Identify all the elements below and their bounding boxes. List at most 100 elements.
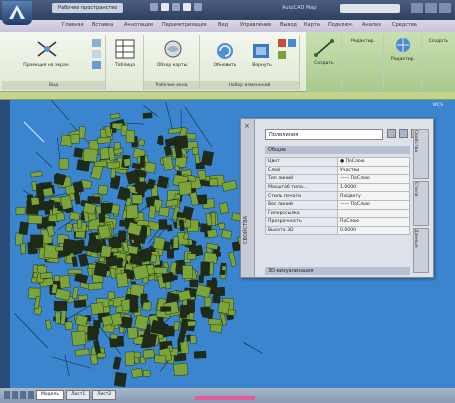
- parcel-shape: [127, 327, 138, 339]
- next-layout-icon[interactable]: [20, 391, 26, 399]
- tab-layout2[interactable]: Лист2: [92, 390, 117, 400]
- small-tools-icon[interactable]: [92, 39, 102, 69]
- edit-button[interactable]: Редактир.: [342, 39, 384, 44]
- revert-button[interactable]: Вернуть: [242, 63, 282, 68]
- last-layout-icon[interactable]: [28, 391, 34, 399]
- property-key: Высота 3D: [265, 225, 338, 236]
- undo-icon[interactable]: [183, 3, 191, 11]
- edit-tools-icon[interactable]: [278, 39, 298, 61]
- property-row[interactable]: Гиперссылка: [265, 208, 410, 219]
- toggle-pickadd-icon[interactable]: [387, 129, 396, 138]
- property-row[interactable]: Цвет ● ПоСлою: [265, 157, 410, 167]
- tab-home[interactable]: Главная: [62, 22, 84, 28]
- ribbon-panel-create-2: Создать: [422, 35, 455, 90]
- parcel-shape: [198, 274, 205, 284]
- tab-annotate[interactable]: Аннотации: [124, 22, 153, 28]
- tab-view[interactable]: Вид: [218, 22, 228, 28]
- close-button[interactable]: [439, 3, 451, 13]
- parcel-shape: [213, 286, 226, 297]
- prev-layout-icon[interactable]: [12, 391, 18, 399]
- application-menu-button[interactable]: [2, 1, 32, 25]
- property-value[interactable]: —— ПоСлою: [337, 174, 410, 184]
- table-button[interactable]: Таблица: [106, 63, 144, 68]
- palette-title-strip[interactable]: × СВОЙСТВА: [241, 119, 255, 277]
- parcel-shape: [55, 311, 61, 324]
- property-row[interactable]: Стиль печати ПоЦвету: [265, 191, 410, 201]
- open-icon[interactable]: [161, 3, 169, 11]
- autocad-logo-icon: [9, 5, 25, 19]
- palette-tab-data[interactable]: Данные: [413, 228, 429, 273]
- parcel-shape: [142, 349, 155, 359]
- property-value[interactable]: ПоСлою: [337, 217, 410, 227]
- parcel-shape: [77, 219, 82, 229]
- parcel-shape: [43, 244, 59, 259]
- property-row[interactable]: Тип линий —— ПоСлою: [265, 174, 410, 184]
- create-button[interactable]: Создать: [306, 61, 342, 66]
- parcel-shape: [169, 274, 178, 281]
- maximize-button[interactable]: [425, 3, 437, 13]
- property-value[interactable]: 1.0000: [337, 182, 410, 193]
- new-icon[interactable]: [150, 3, 158, 11]
- tab-manage[interactable]: Управление: [240, 22, 271, 28]
- tab-layout1[interactable]: Лист1: [66, 390, 91, 400]
- property-row[interactable]: Вес линий —— ПоСлою: [265, 199, 410, 210]
- parcel-shape: [74, 272, 89, 284]
- tab-analyze[interactable]: Анализ: [362, 22, 381, 28]
- property-value[interactable]: 0.0000: [337, 225, 410, 236]
- parcel-shape: [70, 134, 80, 144]
- section-geometry[interactable]: 3D-визуализация: [265, 267, 410, 275]
- parcel-shape: [124, 351, 135, 366]
- create-icon: [314, 39, 334, 57]
- tab-output[interactable]: Вывод: [280, 22, 297, 28]
- globe-icon: [396, 38, 410, 52]
- document-tab[interactable]: Рабочее пространство: [52, 3, 124, 13]
- property-value[interactable]: —— ПоСлою: [337, 199, 410, 210]
- property-value[interactable]: Участки: [337, 165, 410, 176]
- parcel-shape: [158, 219, 168, 230]
- properties-palette[interactable]: × СВОЙСТВА Полилиния Общие Цвет ● ПоСлою С…: [240, 118, 434, 278]
- parcel-shape: [179, 304, 188, 319]
- parcel-shape: [156, 175, 169, 189]
- projection-button[interactable]: Проекция на экран: [6, 63, 86, 68]
- section-general[interactable]: Общие: [265, 146, 410, 154]
- save-icon[interactable]: [172, 3, 180, 11]
- parcel-shape: [107, 161, 120, 169]
- select-objects-icon[interactable]: [399, 129, 408, 138]
- search-input[interactable]: [340, 4, 400, 13]
- tab-map[interactable]: Карта: [304, 22, 320, 28]
- first-layout-icon[interactable]: [4, 391, 10, 399]
- parcel-shape: [201, 150, 214, 166]
- map-overview-button[interactable]: Обзор карты: [146, 63, 198, 68]
- parcel-shape: [204, 296, 212, 308]
- tab-insert[interactable]: Вставка: [92, 22, 113, 28]
- palette-tab-properties[interactable]: Свойства: [413, 129, 429, 179]
- tab-connect[interactable]: Подключ.: [328, 22, 353, 28]
- parcel-shape: [186, 299, 195, 313]
- status-highlight-bar: [195, 396, 255, 400]
- viewport-left-bar: [0, 100, 10, 390]
- parcel-shape: [218, 222, 226, 230]
- property-value[interactable]: ● ПоСлою: [337, 157, 410, 167]
- tab-tools[interactable]: Средства: [392, 22, 417, 28]
- edit-button-2[interactable]: Редактир.: [384, 57, 422, 62]
- property-row[interactable]: Прозрачность ПоСлою: [265, 217, 410, 227]
- minimize-button[interactable]: [411, 3, 423, 13]
- parcel-shape: [112, 356, 122, 370]
- property-row[interactable]: Слой Участки: [265, 165, 410, 176]
- ribbon-panel-edit-2: Редактир.: [384, 35, 422, 90]
- object-type-select[interactable]: Полилиния: [265, 129, 383, 140]
- parcel-shape: [177, 328, 187, 343]
- property-row[interactable]: Высота 3D 0.0000: [265, 225, 410, 236]
- palette-close-icon[interactable]: ×: [244, 122, 250, 130]
- property-value[interactable]: [337, 208, 410, 219]
- tab-model[interactable]: Модель: [36, 390, 65, 400]
- property-key: Масштаб типа...: [265, 182, 338, 193]
- property-row[interactable]: Масштаб типа... 1.0000: [265, 182, 410, 193]
- tab-parametric[interactable]: Параметризация: [162, 22, 207, 28]
- parcel-shape: [58, 158, 69, 170]
- palette-tab-styles[interactable]: Стили: [413, 181, 429, 226]
- create-button-2[interactable]: Создать: [422, 39, 455, 44]
- property-value[interactable]: ПоЦвету: [337, 191, 410, 201]
- redo-icon[interactable]: [194, 3, 202, 11]
- parcel-shape: [212, 295, 221, 304]
